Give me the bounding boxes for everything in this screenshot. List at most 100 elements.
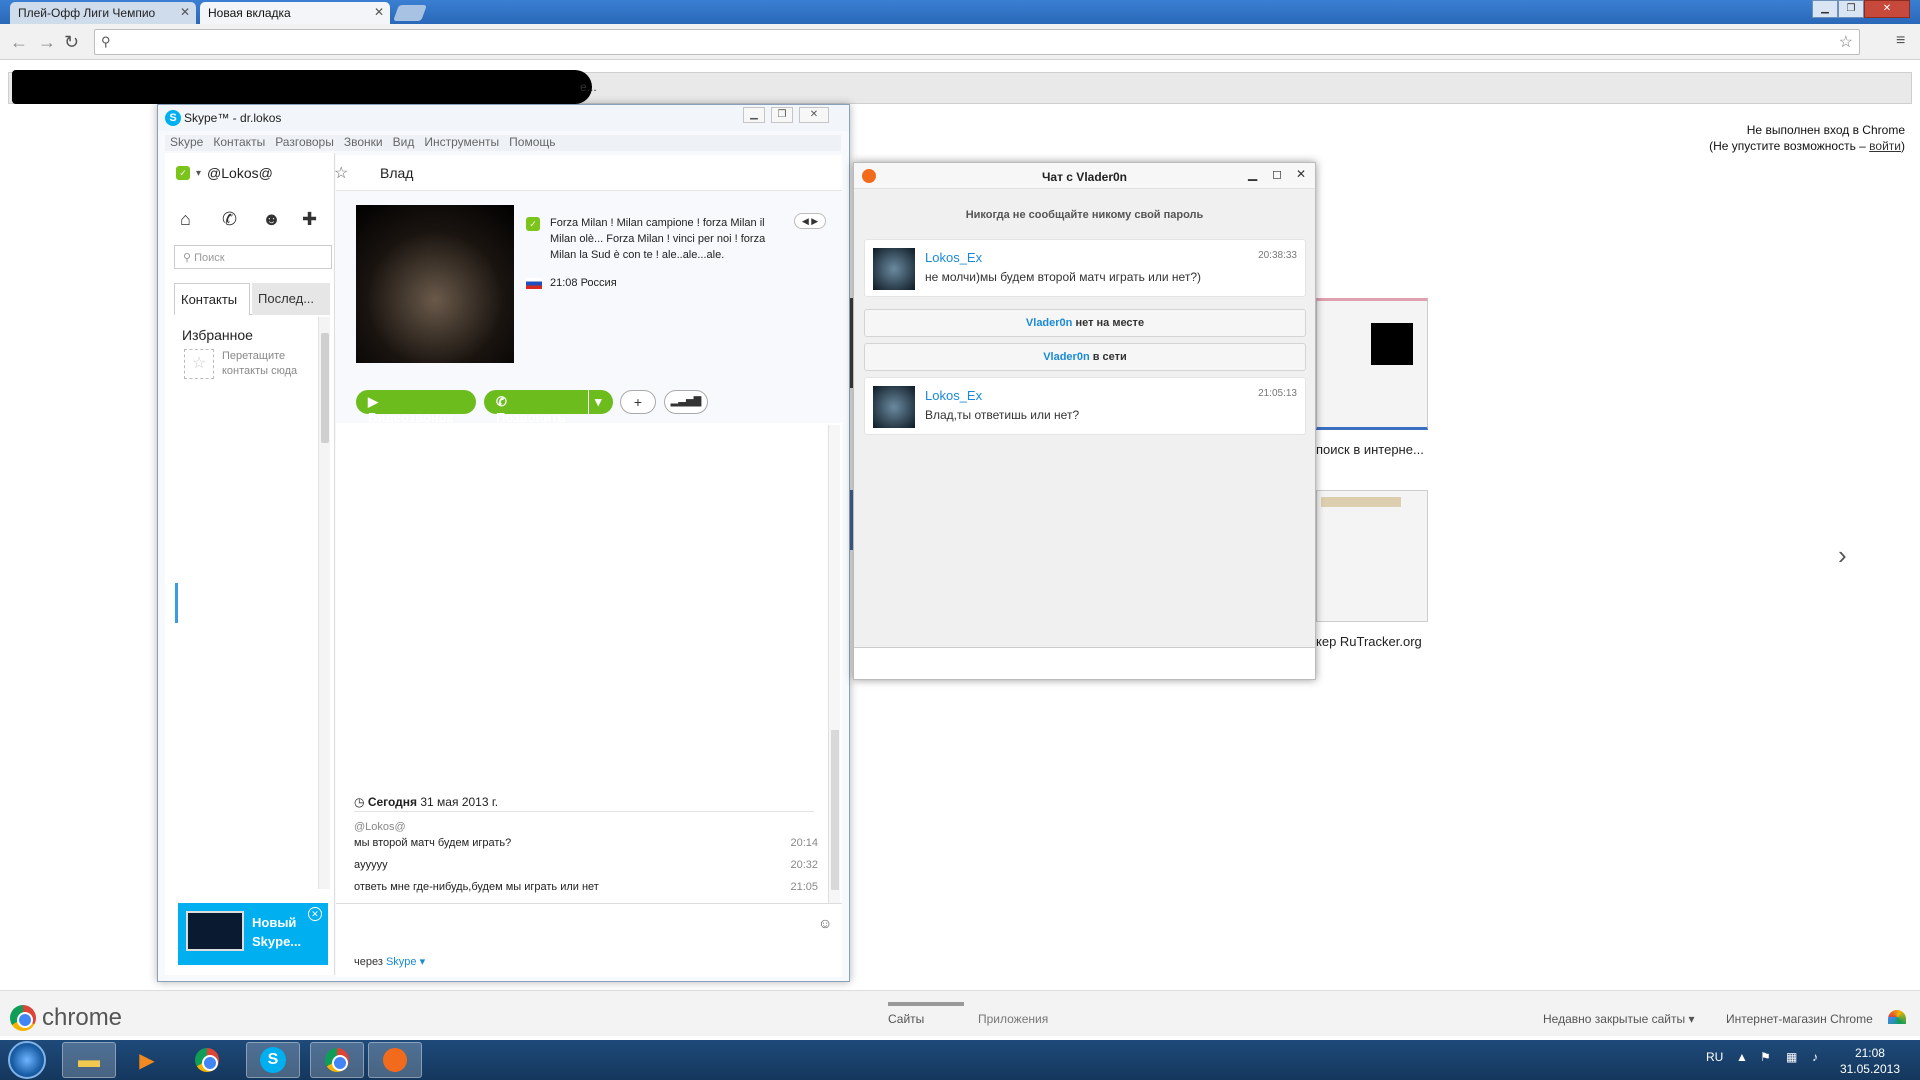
add-contact-icon[interactable]: ✚ xyxy=(302,209,317,230)
signin-suffix: ) xyxy=(1901,139,1905,153)
add-participant-button[interactable]: + xyxy=(620,390,656,414)
tray-expand-icon[interactable]: ▲ xyxy=(1736,1050,1748,1064)
chat-window: Чат с Vlader0n ▁ ◻ ✕ Никогда не сообщайт… xyxy=(853,162,1316,680)
status-text: нет на месте xyxy=(1072,317,1145,329)
back-icon[interactable]: ← xyxy=(10,32,28,53)
sender-name[interactable]: Lokos_Ex xyxy=(925,250,982,265)
call-dropdown-icon[interactable]: ▾ xyxy=(589,390,613,414)
menu-tools[interactable]: Инструменты xyxy=(424,135,499,151)
flag-icon[interactable]: ⚑ xyxy=(1760,1050,1771,1064)
tab-close-icon[interactable]: ✕ xyxy=(180,5,190,19)
mood-nav-arrows[interactable]: ◀ ▶ xyxy=(794,213,826,229)
call-phone-icon[interactable]: ✆ xyxy=(222,209,237,230)
system-clock[interactable]: 21:08 31.05.2013 xyxy=(1840,1045,1900,1077)
close-icon[interactable]: ✕ xyxy=(1864,0,1910,18)
taskbar-media-player[interactable]: ▶ xyxy=(120,1042,174,1078)
tab-sites[interactable]: Сайты xyxy=(888,1012,924,1026)
date-separator: ◷ Сегодня 31 мая 2013 г. xyxy=(354,795,499,809)
recently-closed-menu[interactable]: Недавно закрытые сайты ▾ xyxy=(1543,1012,1694,1026)
new-tab-button[interactable] xyxy=(393,5,427,21)
maximize-icon[interactable]: ❐ xyxy=(1838,0,1864,18)
thumbnail-label-search[interactable]: поиск в интерне... xyxy=(1316,442,1424,457)
close-icon[interactable]: ✕ xyxy=(1296,167,1306,181)
language-indicator[interactable]: RU xyxy=(1706,1050,1723,1064)
group-icon[interactable]: ☻ xyxy=(262,209,281,230)
chat-history xyxy=(336,423,842,903)
tab-close-icon[interactable]: ✕ xyxy=(374,5,384,19)
new-skype-ad[interactable]: Новый Skype... ✕ xyxy=(178,903,328,965)
taskbar-chrome-active[interactable] xyxy=(310,1042,364,1078)
minimize-icon[interactable]: ▁ xyxy=(1812,0,1838,18)
webstore-icon[interactable] xyxy=(1888,1010,1906,1024)
call-button[interactable]: ✆ Позвонить xyxy=(484,390,588,425)
address-bar[interactable]: ⚲ ☆ xyxy=(94,29,1860,55)
menu-help[interactable]: Помощь xyxy=(509,135,555,151)
signin-link[interactable]: войти xyxy=(1869,139,1901,153)
message-time: 20:14 xyxy=(790,837,818,849)
favorite-star-icon[interactable]: ☆ xyxy=(334,163,348,183)
tab-playoff[interactable]: Плей-Офф Лиги Чемпио ✕ xyxy=(10,2,196,24)
tab-contacts[interactable]: Контакты xyxy=(174,283,250,315)
menu-skype[interactable]: Skype xyxy=(170,135,203,151)
network-icon[interactable]: ▦ xyxy=(1786,1050,1797,1064)
volume-icon[interactable]: ♪ xyxy=(1812,1050,1818,1064)
chevron-down-icon[interactable]: ▾ xyxy=(196,168,201,179)
taskbar-chrome[interactable] xyxy=(180,1042,234,1078)
ad-close-icon[interactable]: ✕ xyxy=(308,907,322,921)
reload-icon[interactable]: ↻ xyxy=(64,32,79,53)
mood-line: Forza Milan ! Milan campione ! forza Mil… xyxy=(550,217,765,229)
menu-view[interactable]: Вид xyxy=(393,135,415,151)
taskbar-explorer[interactable]: ▬ xyxy=(62,1042,116,1078)
thumbnail-rutracker[interactable] xyxy=(1316,490,1428,622)
user-profile[interactable]: ✓ ▾ @Lokos@ xyxy=(176,165,273,181)
sender-name[interactable]: Lokos_Ex xyxy=(925,388,982,403)
home-icon[interactable]: ⌂ xyxy=(180,209,191,230)
taskbar-chat-app[interactable] xyxy=(368,1042,422,1078)
close-icon[interactable]: ✕ xyxy=(799,107,829,123)
chat-message: ответь мне где-нибудь,будем мы играть ил… xyxy=(354,881,599,893)
call-quality-icon[interactable]: ▂▃▅▇ xyxy=(664,390,708,414)
chat-scrollbar[interactable] xyxy=(828,425,840,903)
via-prefix: через xyxy=(354,956,383,968)
tab-recent[interactable]: Послед... xyxy=(252,283,330,315)
thumbnail-search[interactable] xyxy=(1316,298,1428,430)
menu-contacts[interactable]: Контакты xyxy=(213,135,265,151)
status-user[interactable]: Vlader0n xyxy=(1026,317,1072,329)
webstore-link[interactable]: Интернет-магазин Chrome xyxy=(1726,1012,1873,1026)
minimize-icon[interactable]: ▁ xyxy=(743,107,765,123)
skype-window: S Skype™ - dr.lokos ▁ ❐ ✕ Skype Контакты… xyxy=(157,104,850,982)
contact-search-input[interactable]: ⚲ Поиск xyxy=(174,245,332,269)
chat-message-input[interactable] xyxy=(854,647,1315,679)
status-online-icon: ✓ xyxy=(526,217,540,231)
maximize-icon[interactable]: ❐ xyxy=(771,107,793,123)
search-icon: ⚲ xyxy=(101,34,111,49)
forward-icon[interactable]: → xyxy=(38,32,56,53)
minimize-icon[interactable]: ▁ xyxy=(1248,167,1257,181)
maximize-icon[interactable]: ◻ xyxy=(1272,167,1282,181)
menu-calls[interactable]: Звонки xyxy=(344,135,383,151)
message-time: 20:32 xyxy=(790,859,818,871)
via-link[interactable]: Skype xyxy=(386,956,417,968)
bookmark-item-tail[interactable]: е... xyxy=(580,80,597,94)
taskbar-skype[interactable]: S xyxy=(246,1042,300,1078)
emoticon-icon[interactable]: ☺ xyxy=(818,915,832,931)
ad-screen-image xyxy=(186,911,244,951)
status-user[interactable]: Vlader0n xyxy=(1043,351,1089,363)
status-online-icon[interactable]: ✓ xyxy=(176,166,190,180)
tab-apps[interactable]: Приложения xyxy=(978,1012,1048,1026)
tab-new[interactable]: Новая вкладка ✕ xyxy=(200,2,390,24)
bookmark-star-icon[interactable]: ☆ xyxy=(1839,32,1853,52)
folder-icon: ▬ xyxy=(78,1047,100,1072)
chevron-down-icon: ▾ xyxy=(419,956,426,968)
chrome-icon xyxy=(195,1048,219,1072)
video-call-button[interactable]: ▶ Видеозвонок xyxy=(356,390,476,425)
skype-logo-icon: S xyxy=(165,110,181,126)
menu-conversations[interactable]: Разговоры xyxy=(275,135,334,151)
thumbnail-label-rutracker[interactable]: кер RuTracker.org xyxy=(1316,634,1422,649)
send-via[interactable]: через Skype ▾ xyxy=(354,955,425,968)
status-notice: Vlader0n в сети xyxy=(864,343,1306,371)
chevron-right-icon[interactable]: › xyxy=(1838,540,1847,571)
contacts-scrollbar[interactable] xyxy=(318,317,330,889)
start-button[interactable] xyxy=(8,1041,46,1079)
menu-icon[interactable]: ≡ xyxy=(1896,32,1905,50)
